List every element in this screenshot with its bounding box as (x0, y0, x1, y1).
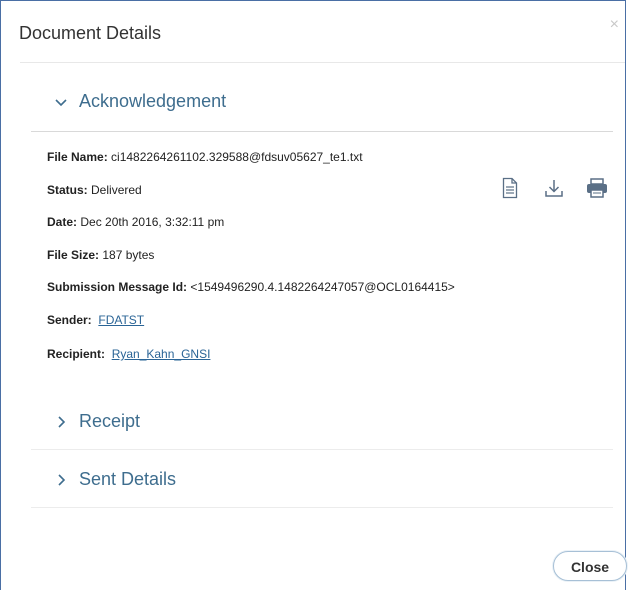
detail-label: Recipient: (47, 347, 106, 361)
detail-label: Date: (47, 215, 78, 229)
chevron-down-icon (53, 94, 69, 110)
detail-label: File Size: (47, 248, 100, 262)
close-button[interactable]: Close (553, 551, 627, 581)
detail-file-size: File Size: 187 bytes (47, 248, 154, 262)
detail-date: Date: Dec 20th 2016, 3:32:11 pm (47, 215, 224, 229)
detail-file-name: File Name: ci1482264261102.329588@fdsuv0… (47, 150, 363, 164)
detail-submission-message-id: Submission Message Id: <1549496290.4.148… (47, 280, 455, 294)
detail-sender: Sender: FDATST (47, 313, 144, 327)
section-acknowledgement-toggle[interactable]: Acknowledgement (53, 91, 226, 112)
detail-value: ci1482264261102.329588@fdsuv05627_te1.tx… (111, 150, 363, 164)
section-sent-details-toggle[interactable]: Sent Details (53, 469, 176, 490)
acknowledgement-divider (31, 131, 613, 132)
detail-status: Status: Delivered (47, 183, 142, 197)
section-sent-details-label: Sent Details (79, 469, 177, 489)
close-icon[interactable]: × (610, 17, 619, 33)
header-divider (20, 62, 625, 63)
detail-value: Delivered (91, 183, 142, 197)
document-details-dialog: Document Details × Acknowledgement File … (0, 0, 627, 590)
dialog-header: Document Details × (1, 1, 625, 63)
sender-link[interactable]: FDATST (98, 313, 144, 327)
sent-details-divider (31, 507, 613, 508)
detail-value: <1549496290.4.1482264247057@OCL0164415> (190, 280, 455, 294)
detail-label: File Name: (47, 150, 108, 164)
section-acknowledgement-label: Acknowledgement (79, 91, 227, 111)
detail-label: Submission Message Id: (47, 280, 188, 294)
detail-label: Status: (47, 183, 88, 197)
receipt-divider (31, 449, 613, 450)
chevron-right-icon (53, 472, 69, 488)
recipient-link[interactable]: Ryan_Kahn_GNSI (112, 347, 211, 361)
view-document-icon[interactable] (501, 177, 521, 199)
detail-value: Dec 20th 2016, 3:32:11 pm (80, 215, 225, 229)
chevron-right-icon (53, 414, 69, 430)
document-actions (501, 177, 627, 199)
download-icon[interactable] (543, 177, 563, 199)
section-receipt-label: Receipt (79, 411, 141, 431)
detail-label: Sender: (47, 313, 92, 327)
dialog-title: Document Details (19, 23, 162, 43)
section-receipt-toggle[interactable]: Receipt (53, 411, 140, 432)
detail-recipient: Recipient: Ryan_Kahn_GNSI (47, 347, 210, 361)
print-icon[interactable] (585, 177, 607, 199)
detail-value: 187 bytes (102, 248, 155, 262)
